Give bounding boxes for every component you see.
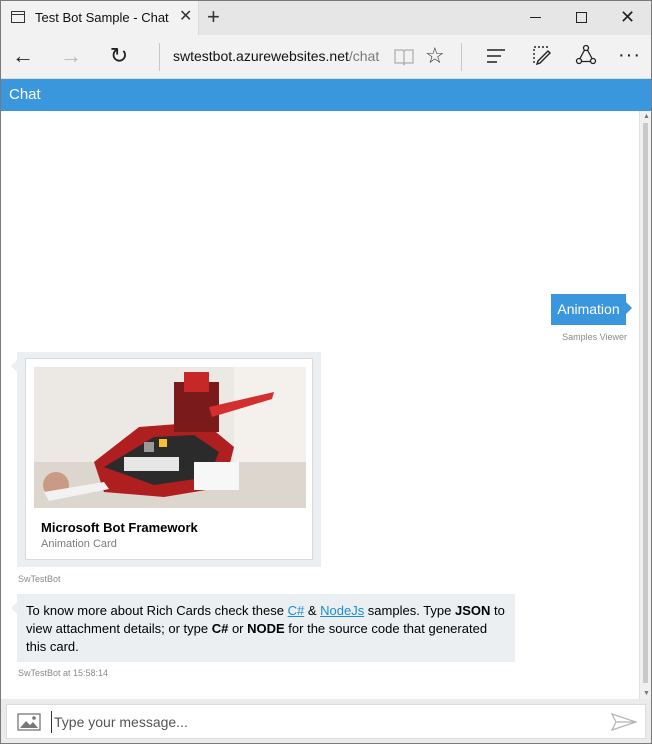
maximize-icon: [576, 12, 587, 23]
message-input[interactable]: [51, 711, 591, 733]
tab-icon: [11, 11, 25, 23]
url-field[interactable]: swtestbot.azurewebsites.net/chat: [173, 48, 379, 64]
hub-icon[interactable]: [485, 48, 507, 64]
json-keyword: JSON: [455, 603, 491, 618]
card-title: Microsoft Bot Framework: [41, 520, 198, 535]
tab-close-icon[interactable]: ✕: [179, 8, 192, 26]
close-icon: ✕: [620, 7, 636, 27]
chat-header: Chat: [1, 79, 651, 111]
tab-bar: Test Bot Sample - Chat ✕ + ✕: [1, 1, 651, 35]
csharp-link[interactable]: C#: [288, 603, 305, 618]
nav-divider: [159, 43, 160, 71]
forward-button[interactable]: →: [57, 43, 85, 71]
image-icon[interactable]: [17, 713, 41, 731]
close-window-button[interactable]: ✕: [605, 1, 651, 35]
url-host: swtestbot.azurewebsites.net: [173, 48, 349, 64]
chat-input-box: [6, 704, 646, 739]
address-bar: ← → ↻ swtestbot.azurewebsites.net/chat ☆…: [1, 35, 651, 79]
scroll-up-icon[interactable]: ▲: [643, 113, 650, 120]
refresh-button[interactable]: ↻: [105, 43, 133, 71]
scroll-down-icon[interactable]: ▼: [643, 690, 650, 697]
animation-card[interactable]: Microsoft Bot Framework Animation Card: [25, 358, 313, 560]
maximize-button[interactable]: [559, 1, 605, 35]
message-text: or: [228, 621, 248, 636]
star-icon[interactable]: ☆: [425, 44, 445, 68]
node-keyword: NODE: [247, 621, 285, 636]
chat-input-bar: [1, 699, 651, 743]
tab-title: Test Bot Sample - Chat: [35, 10, 169, 25]
message-text: To know more about Rich Cards check thes…: [26, 603, 288, 618]
message-text: samples. Type: [364, 603, 455, 618]
book-icon[interactable]: [393, 47, 415, 67]
share-icon[interactable]: [575, 44, 597, 66]
back-button[interactable]: ←: [9, 43, 37, 71]
robot-animation-image[interactable]: [34, 367, 306, 508]
card-sender: SwTestBot: [18, 574, 61, 584]
bot-card-message: Microsoft Bot Framework Animation Card: [11, 352, 321, 567]
csharp-keyword: C#: [211, 621, 229, 636]
bot-text-message: To know more about Rich Cards check thes…: [11, 594, 515, 662]
toolbar-divider: [461, 43, 462, 71]
user-message-bubble: Animation: [551, 294, 632, 325]
more-icon[interactable]: ···: [618, 45, 641, 65]
minimize-icon: [530, 17, 541, 18]
chat-title: Chat: [9, 86, 41, 103]
minimize-button[interactable]: [513, 1, 559, 35]
user-message-sender: Samples Viewer: [562, 332, 627, 342]
new-tab-button[interactable]: +: [207, 5, 220, 29]
browser-window: Test Bot Sample - Chat ✕ + ✕ ← → ↻ swtes…: [0, 0, 652, 744]
url-path: /chat: [348, 48, 380, 64]
send-icon[interactable]: [611, 713, 637, 731]
card-subtitle: Animation Card: [41, 538, 117, 550]
nodejs-link[interactable]: NodeJs: [320, 603, 364, 618]
scroll-thumb[interactable]: [643, 123, 648, 683]
history-scrollbar[interactable]: ▲ ▼: [639, 111, 651, 699]
pen-icon[interactable]: [531, 44, 553, 66]
message-text: &: [304, 603, 321, 618]
bot-message-timestamp: SwTestBot at 15:58:14: [18, 668, 109, 678]
tab-active[interactable]: Test Bot Sample - Chat ✕: [1, 1, 199, 35]
message-history: Animation Samples Viewer Microsoft Bot F…: [1, 111, 639, 699]
